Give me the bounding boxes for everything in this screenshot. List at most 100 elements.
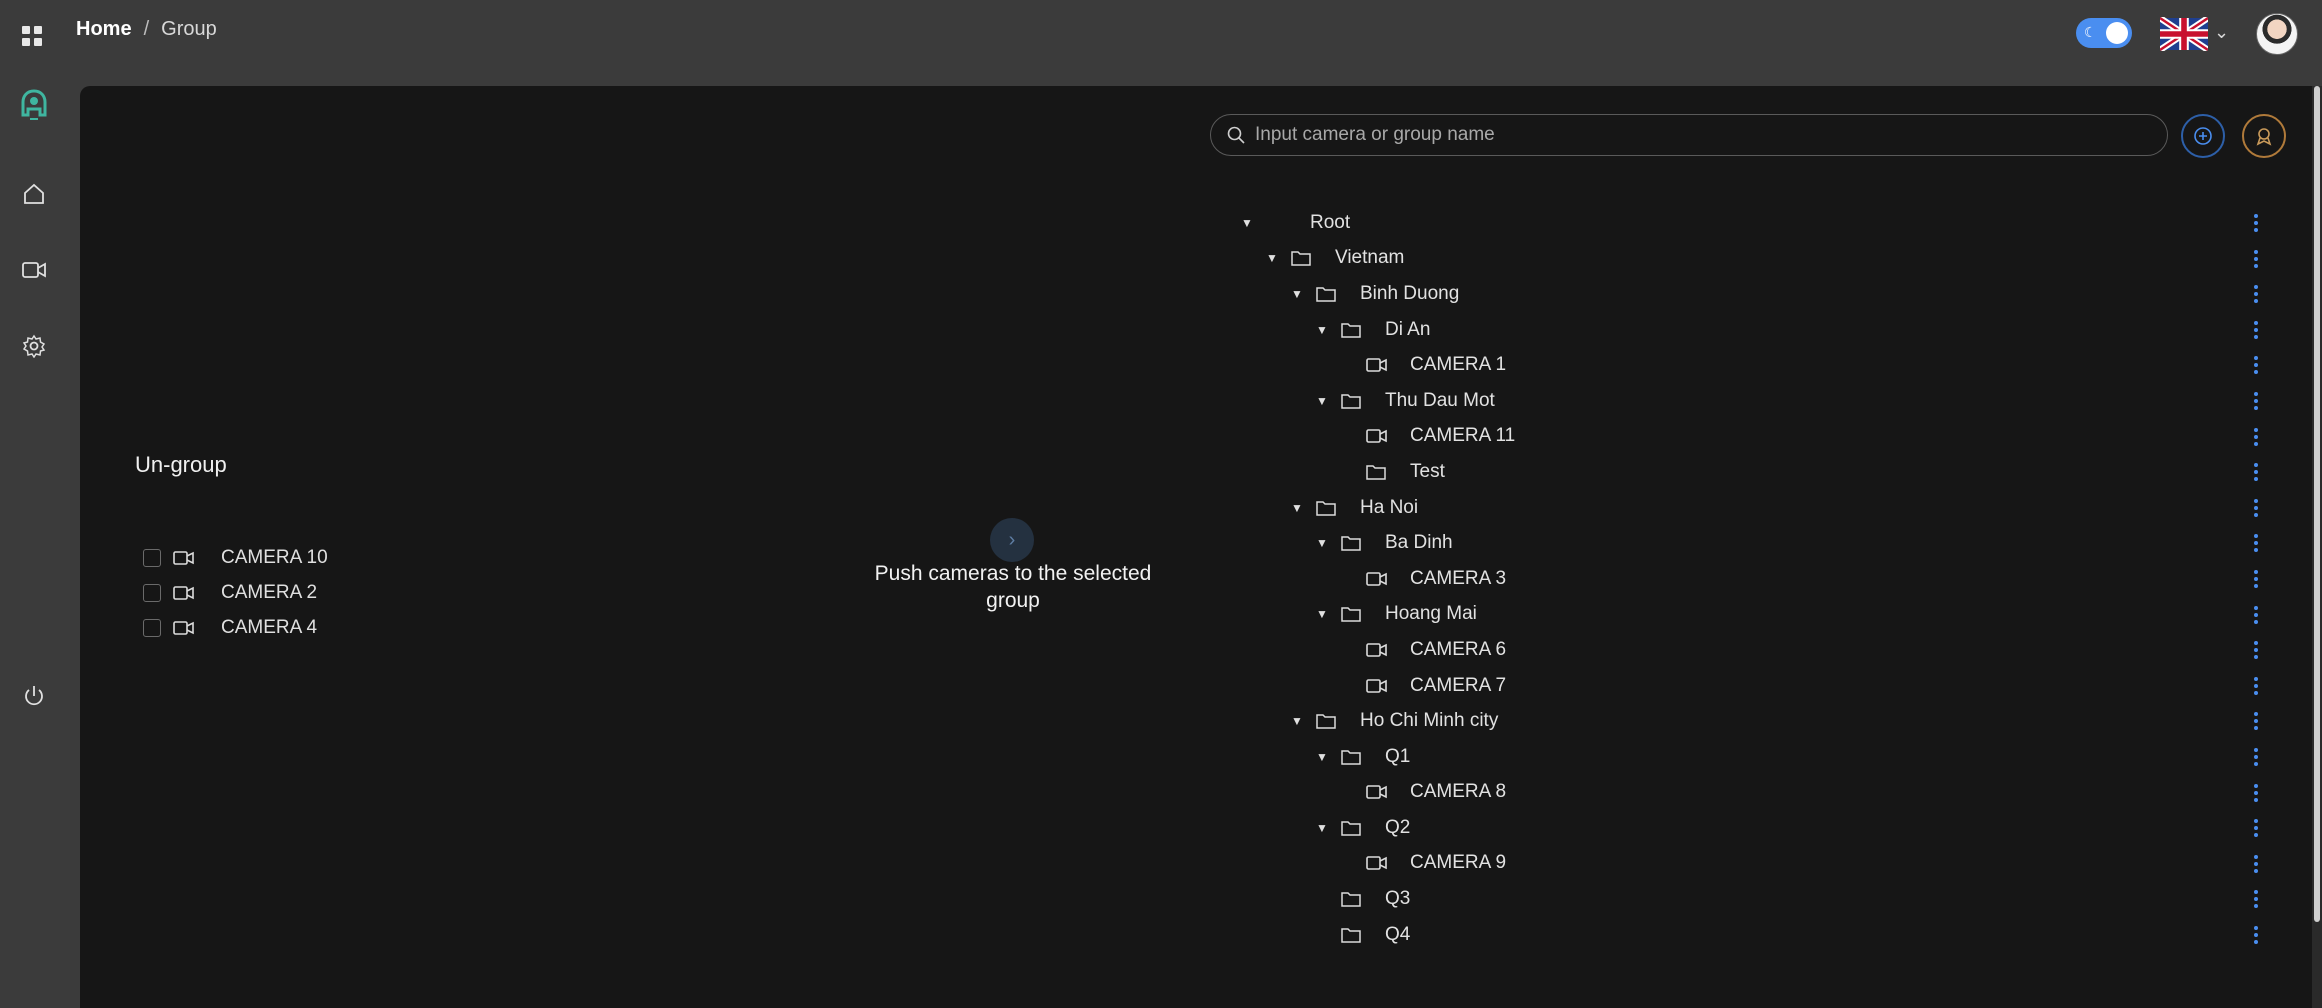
app-logo-icon[interactable] [20,89,48,120]
scrollbar-thumb[interactable] [2314,86,2320,922]
more-vertical-icon[interactable] [2254,676,2260,695]
ungroup-checkbox[interactable] [143,618,161,637]
avatar[interactable] [2256,13,2298,55]
more-vertical-icon[interactable] [2254,712,2260,731]
more-vertical-icon[interactable] [2254,854,2260,873]
more-vertical-icon[interactable] [2254,249,2260,268]
tree-node[interactable]: ▼ Ba Dinh [1240,525,2260,561]
camera-icon [1366,356,1388,374]
settings-icon[interactable] [20,332,48,360]
sidebar [0,72,68,1008]
tree-node[interactable]: ▼ Ha Noi [1240,490,2260,526]
more-vertical-icon[interactable] [2254,747,2260,766]
tree-node[interactable]: ▼ Vietnam [1240,241,2260,277]
power-icon[interactable] [20,682,48,710]
more-vertical-icon[interactable] [2254,214,2260,232]
caret-down-icon[interactable]: ▼ [1265,251,1279,265]
more-vertical-icon[interactable] [2254,356,2260,375]
tree-node[interactable]: ▼ Root [1240,205,2260,241]
caret-down-icon[interactable]: ▼ [1315,394,1329,408]
user-action-button[interactable] [2242,114,2286,158]
caret-down-icon[interactable]: ▼ [1315,607,1329,621]
ungroup-checkbox[interactable] [143,583,161,602]
tree-node[interactable]: ▼ Ho Chi Minh city [1240,703,2260,739]
tree-node-label: Ha Noi [1360,496,1419,518]
top-bar: Home / Group ☾ ⌄ [0,0,2322,72]
uk-flag-icon[interactable] [2160,17,2208,51]
folder-icon [1341,321,1363,339]
more-vertical-icon[interactable] [2254,569,2260,588]
plus-circle-icon [2194,127,2212,145]
ungroup-item[interactable]: CAMERA 2 [143,575,328,610]
more-vertical-icon[interactable] [2254,285,2260,304]
tree-node[interactable]: ▼Q3 [1240,881,2260,917]
more-vertical-icon[interactable] [2254,819,2260,838]
tree-node[interactable]: ▼ Di An [1240,312,2260,348]
vertical-scrollbar[interactable] [2312,86,2322,1008]
search-box[interactable] [1210,114,2168,156]
more-vertical-icon[interactable] [2254,427,2260,446]
caret-down-icon[interactable]: ▼ [1290,287,1304,301]
folder-icon [1341,926,1363,944]
more-vertical-icon[interactable] [2254,641,2260,660]
more-vertical-icon[interactable] [2254,783,2260,802]
more-vertical-icon[interactable] [2254,320,2260,339]
folder-icon [1291,249,1313,267]
tree-node[interactable]: ▼Test [1240,454,2260,490]
tree-node-label: CAMERA 3 [1410,567,1507,589]
ungroup-title: Un-group [135,452,227,477]
caret-down-icon[interactable]: ▼ [1240,216,1254,230]
ungroup-item-label: CAMERA 10 [221,546,328,568]
tree-node[interactable]: ▼CAMERA 9 [1240,846,2260,882]
add-group-button[interactable] [2181,114,2225,158]
caret-down-icon[interactable]: ▼ [1315,323,1329,337]
ungroup-item[interactable]: CAMERA 10 [143,540,328,575]
tree-node[interactable]: ▼CAMERA 6 [1240,632,2260,668]
apps-grid-icon[interactable] [22,26,42,46]
tree-node[interactable]: ▼CAMERA 8 [1240,775,2260,811]
tree-node[interactable]: ▼CAMERA 11 [1240,419,2260,455]
language-chevron-down-icon[interactable]: ⌄ [2214,22,2229,43]
folder-icon [1341,819,1363,837]
more-vertical-icon[interactable] [2254,498,2260,517]
search-input[interactable] [1255,124,2135,146]
tree-node-label: CAMERA 8 [1410,781,1507,803]
tree-node-label: Q3 [1385,888,1411,910]
caret-down-icon[interactable]: ▼ [1315,821,1329,835]
home-icon[interactable] [20,180,48,208]
caret-down-icon[interactable]: ▼ [1290,501,1304,515]
tree-node[interactable]: ▼CAMERA 1 [1240,347,2260,383]
theme-toggle[interactable]: ☾ [2076,18,2132,48]
tree-node[interactable]: ▼ Binh Duong [1240,276,2260,312]
tree-node-label: CAMERA 1 [1410,354,1507,376]
more-vertical-icon[interactable] [2254,605,2260,624]
tree-node[interactable]: ▼ Thu Dau Mot [1240,383,2260,419]
folder-icon [1341,890,1363,908]
tree-node-label: Thu Dau Mot [1385,389,1495,411]
more-vertical-icon[interactable] [2254,391,2260,410]
breadcrumb-home[interactable]: Home [76,18,132,41]
tree-node[interactable]: ▼ Q1 [1240,739,2260,775]
more-vertical-icon[interactable] [2254,534,2260,553]
tree-node-label: CAMERA 11 [1410,425,1516,447]
more-vertical-icon[interactable] [2254,925,2260,944]
ungroup-checkbox[interactable] [143,548,161,567]
tree-node[interactable]: ▼CAMERA 7 [1240,668,2260,704]
tree-node[interactable]: ▼ Q2 [1240,810,2260,846]
more-vertical-icon[interactable] [2254,890,2260,909]
camera-icon [1366,641,1388,659]
caret-down-icon[interactable]: ▼ [1290,714,1304,728]
tree-node[interactable]: ▼CAMERA 3 [1240,561,2260,597]
camera-icon[interactable] [20,256,48,284]
caret-down-icon[interactable]: ▼ [1315,536,1329,550]
breadcrumb-separator: / [143,18,150,40]
ungroup-item-label: CAMERA 4 [221,616,318,638]
folder-icon [1366,463,1388,481]
more-vertical-icon[interactable] [2254,463,2260,482]
tree-node-label: Ba Dinh [1385,532,1453,554]
tree-node[interactable]: ▼Q4 [1240,917,2260,953]
tree-node[interactable]: ▼ Hoang Mai [1240,597,2260,633]
caret-down-icon[interactable]: ▼ [1315,750,1329,764]
push-to-group-button[interactable]: › [990,518,1034,562]
ungroup-item[interactable]: CAMERA 4 [143,610,328,645]
